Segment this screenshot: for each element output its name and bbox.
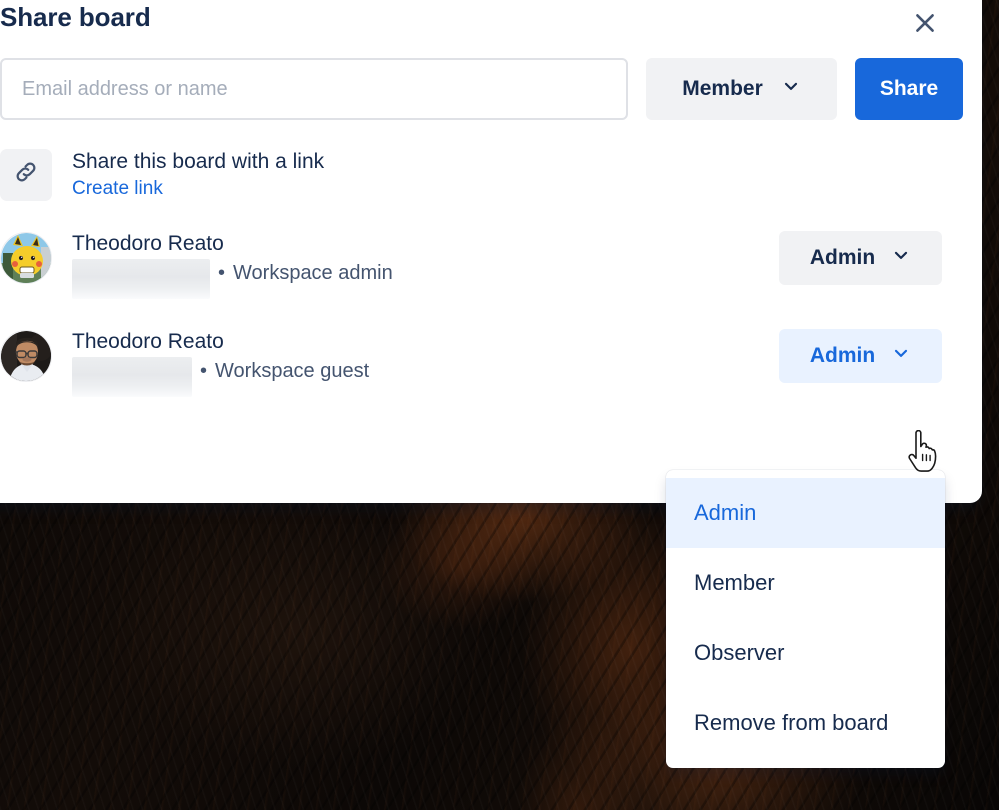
- invite-role-label: Member: [682, 77, 763, 100]
- create-link-button[interactable]: Create link: [72, 176, 324, 201]
- invite-role-select-button[interactable]: Member: [646, 58, 837, 120]
- redacted-email: [72, 357, 192, 397]
- member-role-button[interactable]: Admin: [779, 231, 942, 285]
- dropdown-item-admin[interactable]: Admin: [666, 478, 945, 548]
- member-role-label: Admin: [809, 246, 876, 269]
- member-info: Theodoro Reato • Workspace guest: [72, 328, 779, 397]
- share-link-title: Share this board with a link: [72, 150, 325, 173]
- member-name: Theodoro Reato: [72, 330, 224, 353]
- dropdown-item-remove-from-board[interactable]: Remove from board: [666, 688, 945, 758]
- dropdown-item-observer[interactable]: Observer: [666, 618, 945, 688]
- link-icon-container: [0, 148, 52, 201]
- chevron-down-icon: [891, 343, 911, 369]
- chevron-down-icon: [781, 76, 801, 102]
- meta-separator: •: [200, 360, 208, 382]
- member-meta: • Workspace guest: [72, 357, 779, 397]
- member-role-label: Admin: [809, 344, 876, 367]
- chevron-down-icon: [891, 245, 911, 271]
- meta-separator: •: [218, 262, 226, 284]
- dropdown-item-member[interactable]: Member: [666, 548, 945, 618]
- member-list: Theodoro Reato • Workspace admin Admin T…: [0, 220, 964, 397]
- invite-row: Member Share: [0, 58, 964, 120]
- avatar[interactable]: [0, 330, 52, 382]
- member-meta: • Workspace admin: [72, 259, 779, 299]
- avatar[interactable]: [0, 232, 52, 284]
- role-dropdown-menu: Admin Member Observer Remove from board: [666, 470, 945, 768]
- share-link-row: Share this board with a link Create link: [0, 148, 964, 201]
- workspace-role: Workspace admin: [233, 261, 393, 284]
- close-icon: [912, 10, 938, 36]
- share-submit-button[interactable]: Share: [855, 58, 963, 120]
- close-button[interactable]: [908, 6, 942, 40]
- member-name: Theodoro Reato: [72, 232, 224, 255]
- redacted-email: [72, 259, 210, 299]
- workspace-role: Workspace guest: [215, 359, 370, 382]
- member-info: Theodoro Reato • Workspace admin: [72, 230, 779, 299]
- share-email-input[interactable]: [0, 58, 628, 120]
- link-icon: [12, 158, 40, 191]
- member-role-button[interactable]: Admin: [779, 329, 942, 383]
- page-title: Share board: [0, 2, 151, 32]
- member-row: Theodoro Reato • Workspace admin Admin: [0, 220, 964, 299]
- member-row: Theodoro Reato • Workspace guest Admin: [0, 318, 964, 397]
- popover-header: Share board: [0, 0, 964, 44]
- share-board-popover: Share board Member Share: [0, 0, 982, 503]
